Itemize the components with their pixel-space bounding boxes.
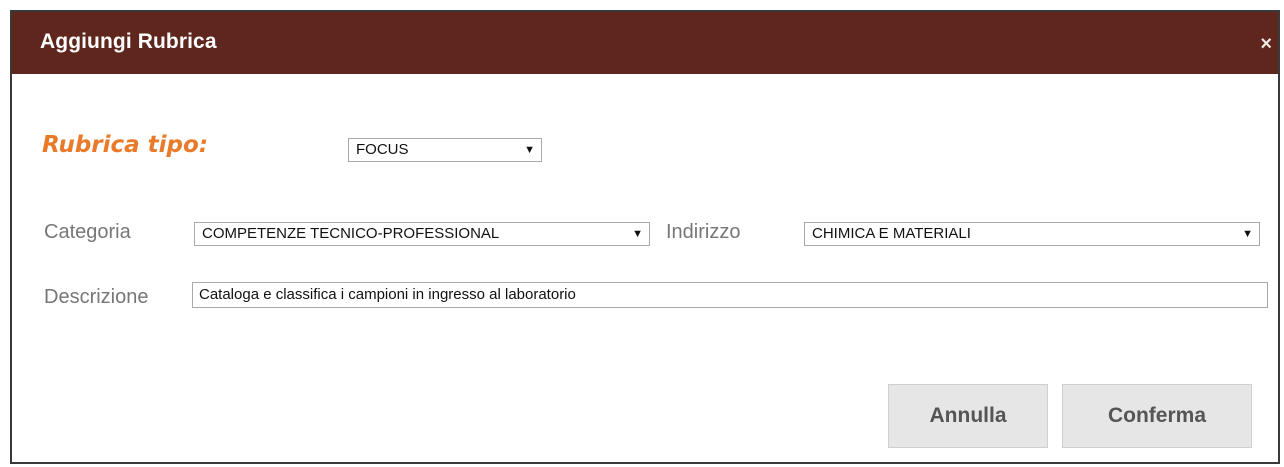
triangle-down-icon: ▼ [632,228,643,240]
add-rubric-dialog: Aggiungi Rubrica × Rubrica tipo: FOCUS ▼… [10,10,1280,464]
category-value: COMPETENZE TECNICO-PROFESSIONAL [202,225,500,242]
dialog-titlebar: Aggiungi Rubrica × [12,12,1278,74]
rubric-type-value: FOCUS [356,141,409,158]
address-value: CHIMICA E MATERIALI [812,225,971,242]
address-select[interactable]: CHIMICA E MATERIALI ▼ [804,222,1260,246]
category-select[interactable]: COMPETENZE TECNICO-PROFESSIONAL ▼ [194,222,650,246]
description-label: Descrizione [44,286,149,308]
category-label: Categoria [44,221,131,243]
dialog-title: Aggiungi Rubrica [40,30,217,53]
triangle-down-icon: ▼ [1242,228,1253,240]
rubric-type-select[interactable]: FOCUS ▼ [348,138,542,162]
description-input[interactable]: Cataloga e classifica i campioni in ingr… [192,282,1268,308]
close-icon[interactable]: × [1260,34,1272,54]
rubric-type-label: Rubrica tipo: [42,132,209,158]
triangle-down-icon: ▼ [524,144,535,156]
cancel-button[interactable]: Annulla [888,384,1048,448]
confirm-button[interactable]: Conferma [1062,384,1252,448]
address-label: Indirizzo [666,221,741,243]
